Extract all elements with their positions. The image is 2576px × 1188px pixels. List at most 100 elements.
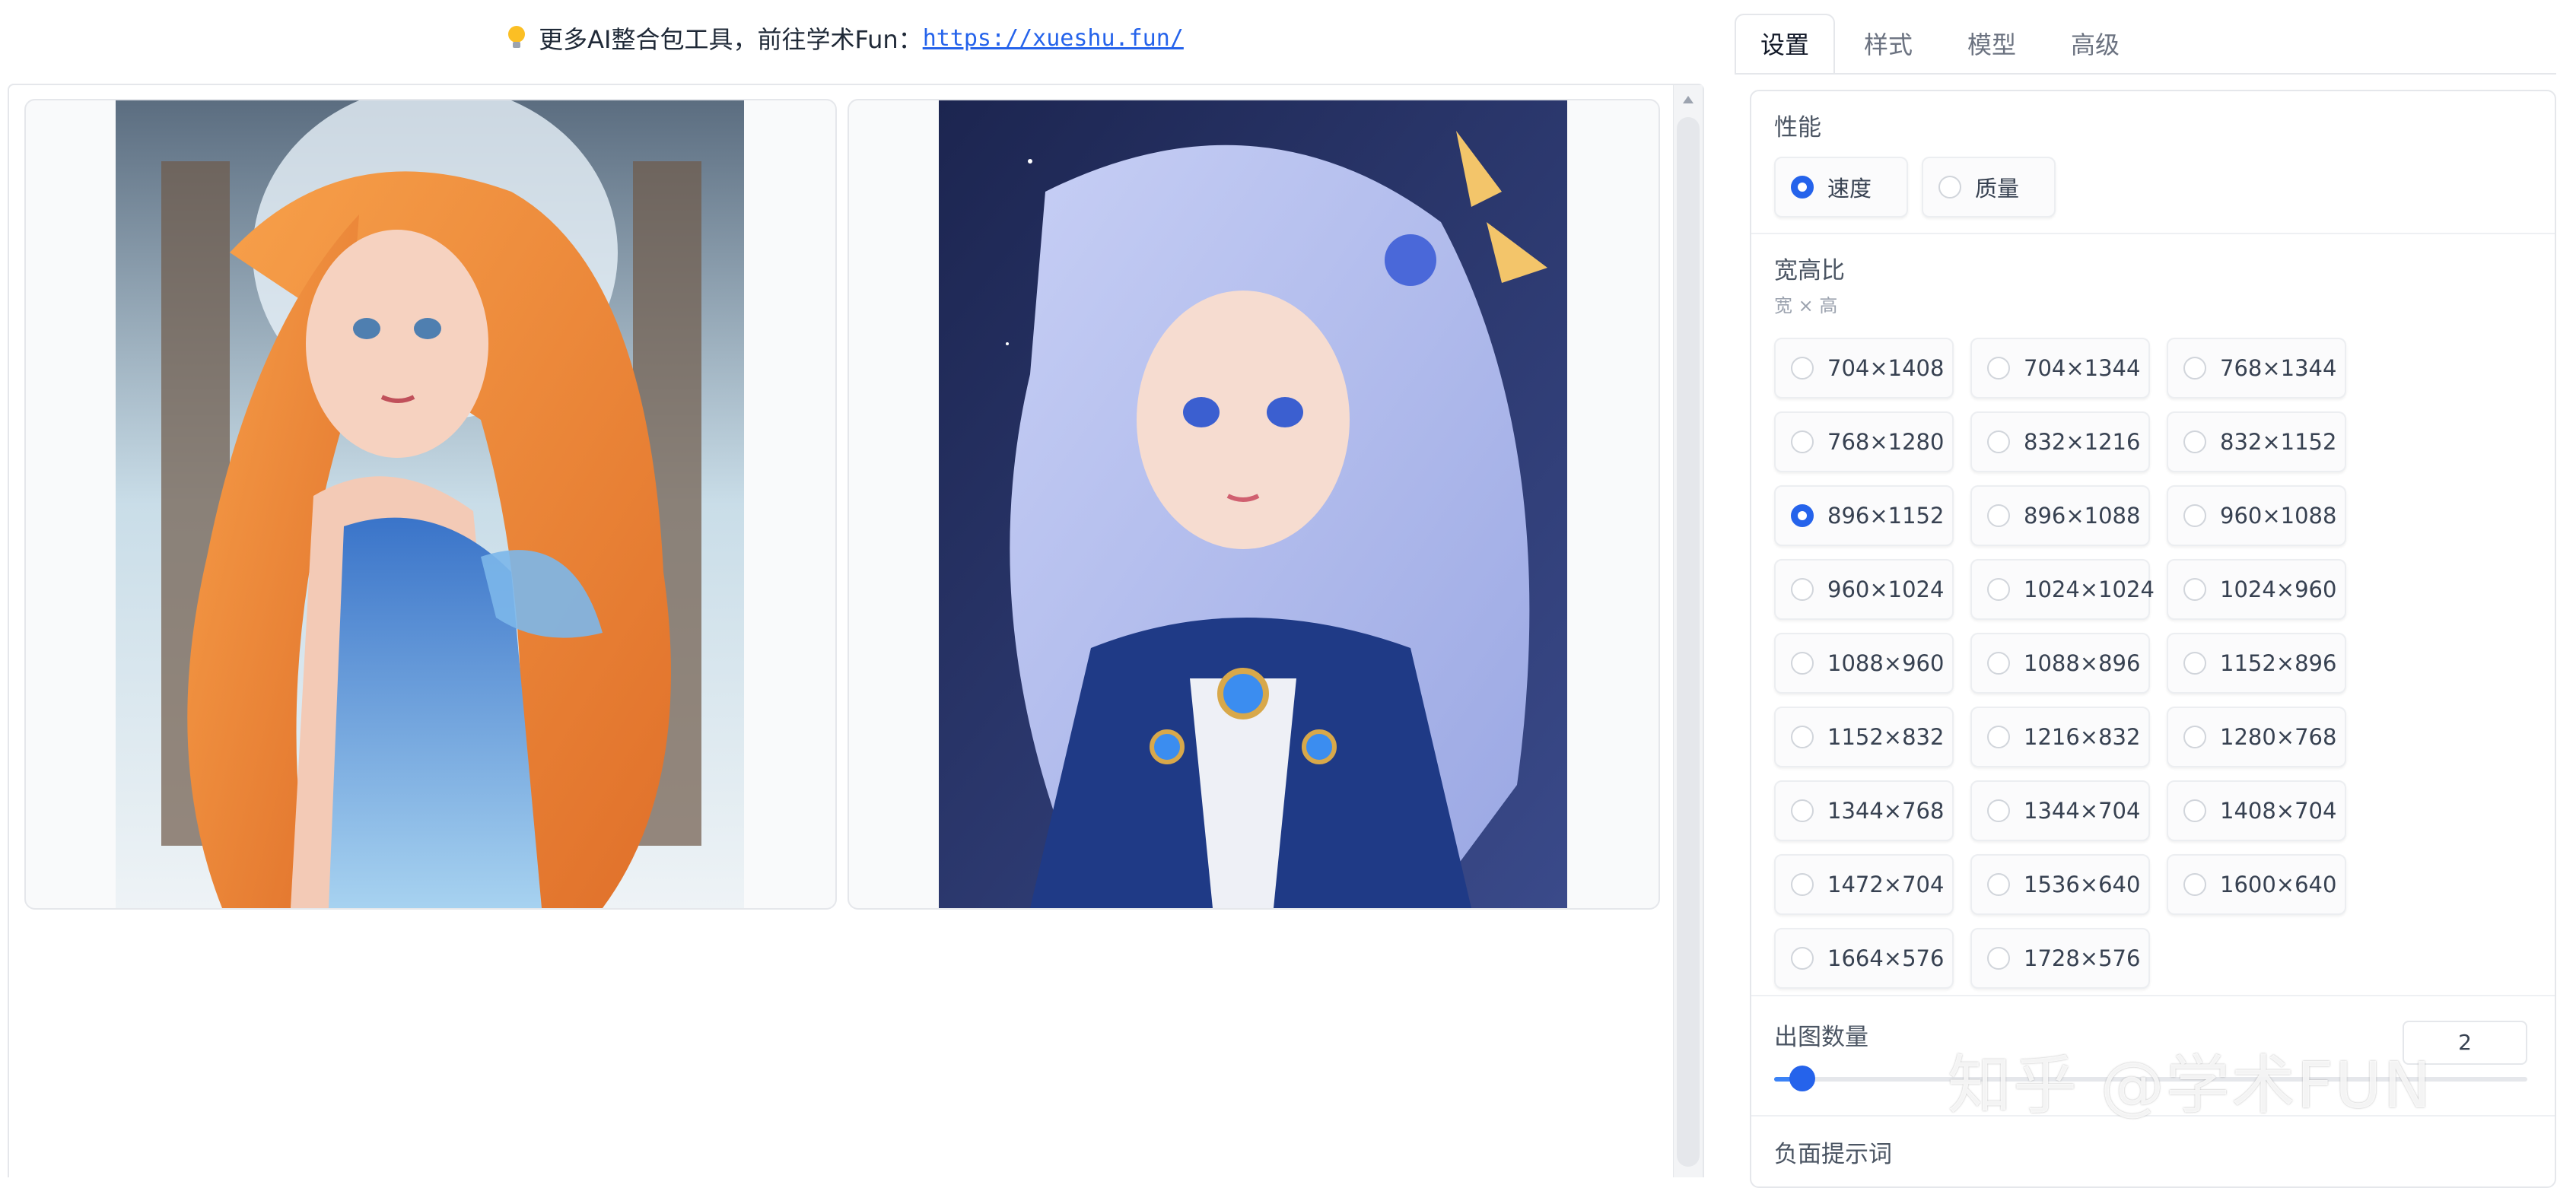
aspect-option[interactable]: 768×1280 bbox=[1774, 411, 1954, 472]
gallery-scrollbar[interactable] bbox=[1673, 85, 1703, 1177]
radio-unselected-icon bbox=[1791, 357, 1814, 380]
option-label: 1344×704 bbox=[2024, 798, 2141, 824]
aspect-option[interactable]: 1216×832 bbox=[1970, 707, 2150, 767]
aspect-option[interactable]: 1408×704 bbox=[2167, 780, 2346, 841]
radio-unselected-icon bbox=[1791, 873, 1814, 896]
option-label: 1728×576 bbox=[2024, 945, 2141, 971]
aspect-option[interactable]: 1280×768 bbox=[2167, 707, 2346, 767]
radio-unselected-icon bbox=[1791, 578, 1814, 601]
radio-selected-icon bbox=[1791, 176, 1814, 199]
aspect-option[interactable]: 1088×896 bbox=[1970, 633, 2150, 694]
radio-unselected-icon bbox=[1791, 652, 1814, 675]
option-label: 1152×832 bbox=[1827, 724, 1945, 750]
option-label: 704×1408 bbox=[1827, 355, 1945, 381]
radio-unselected-icon bbox=[1791, 430, 1814, 453]
option-label: 768×1280 bbox=[1827, 429, 1945, 455]
radio-unselected-icon bbox=[2183, 430, 2206, 453]
tab-settings[interactable]: 设置 bbox=[1735, 14, 1836, 75]
banner-text: 更多AI整合包工具，前往学术Fun： bbox=[539, 25, 923, 54]
option-label: 1088×960 bbox=[1827, 650, 1945, 676]
watermark-text: 知乎 @学术FUN bbox=[1948, 1048, 2433, 1123]
generated-image-1[interactable] bbox=[24, 99, 837, 910]
scrollbar-thumb[interactable] bbox=[1677, 117, 1700, 1167]
aspect-option[interactable]: 1600×640 bbox=[2167, 854, 2346, 915]
radio-unselected-icon bbox=[2183, 873, 2206, 896]
radio-unselected-icon bbox=[2183, 652, 2206, 675]
option-label: 1472×704 bbox=[1827, 872, 1945, 897]
radio-unselected-icon bbox=[1987, 430, 2010, 453]
radio-unselected-icon bbox=[2183, 357, 2206, 380]
radio-unselected-icon bbox=[2183, 504, 2206, 527]
scroll-up-arrow-icon[interactable] bbox=[1683, 96, 1693, 103]
radio-unselected-icon bbox=[2183, 799, 2206, 822]
aspect-option[interactable]: 1152×832 bbox=[1774, 707, 1954, 767]
image-count-slider-handle[interactable] bbox=[1789, 1066, 1815, 1091]
settings-panel: 性能 速度 质量 宽高比 宽 × 高 704×1408 704×1344 768×1… bbox=[1750, 90, 2556, 1188]
radio-unselected-icon bbox=[1987, 947, 2010, 970]
option-label: 1408×704 bbox=[2220, 798, 2337, 824]
aspect-option[interactable]: 704×1408 bbox=[1774, 338, 1954, 399]
option-label: 速度 bbox=[1827, 176, 1872, 202]
radio-unselected-icon bbox=[1987, 652, 2010, 675]
aspect-option[interactable]: 896×1152 bbox=[1774, 485, 1954, 546]
aspect-option[interactable]: 768×1344 bbox=[2167, 338, 2346, 399]
aspect-option[interactable]: 1472×704 bbox=[1774, 854, 1954, 915]
banner-link[interactable]: https://xueshu.fun/ bbox=[923, 25, 1184, 52]
radio-selected-icon bbox=[1791, 504, 1814, 527]
aspect-option[interactable]: 1088×960 bbox=[1774, 633, 1954, 694]
option-label: 质量 bbox=[1975, 176, 2020, 202]
lightbulb-icon bbox=[508, 26, 526, 48]
option-label: 1152×896 bbox=[2220, 650, 2337, 676]
option-label: 1664×576 bbox=[1827, 945, 1945, 971]
performance-label: 性能 bbox=[1774, 114, 1821, 141]
aspect-option[interactable]: 960×1088 bbox=[2167, 485, 2346, 546]
performance-option-quality[interactable]: 质量 bbox=[1922, 157, 2056, 218]
tab-model[interactable]: 模型 bbox=[1942, 15, 2042, 75]
aspect-option[interactable]: 1152×896 bbox=[2167, 633, 2346, 694]
aspect-option[interactable]: 704×1344 bbox=[1970, 338, 2150, 399]
performance-option-speed[interactable]: 速度 bbox=[1774, 157, 1908, 218]
option-label: 704×1344 bbox=[2024, 355, 2141, 381]
radio-unselected-icon bbox=[1987, 578, 2010, 601]
settings-tabs: 设置 样式 模型 高级 bbox=[1735, 14, 2556, 75]
aspect-option[interactable]: 1024×960 bbox=[2167, 559, 2346, 620]
option-label: 1280×768 bbox=[2220, 724, 2337, 750]
image-2-picture bbox=[939, 100, 1567, 908]
option-label: 1536×640 bbox=[2024, 872, 2141, 897]
aspect-option[interactable]: 1536×640 bbox=[1970, 854, 2150, 915]
aspect-ratio-label: 宽高比 bbox=[1774, 257, 1845, 284]
tab-style[interactable]: 样式 bbox=[1838, 15, 1938, 75]
tab-divider bbox=[1735, 73, 2556, 75]
option-label: 1344×768 bbox=[1827, 798, 1945, 824]
top-banner: 更多AI整合包工具，前往学术Fun： https://xueshu.fun/ bbox=[0, 0, 1689, 76]
aspect-option[interactable]: 896×1088 bbox=[1970, 485, 2150, 546]
aspect-option[interactable]: 1024×1024 bbox=[1970, 559, 2155, 620]
radio-unselected-icon bbox=[1791, 947, 1814, 970]
radio-unselected-icon bbox=[1987, 504, 2010, 527]
aspect-option[interactable]: 1728×576 bbox=[1970, 928, 2150, 989]
option-label: 768×1344 bbox=[2220, 355, 2337, 381]
radio-unselected-icon bbox=[1987, 799, 2010, 822]
aspect-option[interactable]: 832×1216 bbox=[1970, 411, 2150, 472]
option-label: 960×1024 bbox=[1827, 577, 1945, 602]
tab-advanced[interactable]: 高级 bbox=[2045, 15, 2145, 75]
radio-unselected-icon bbox=[1791, 726, 1814, 748]
aspect-option[interactable]: 1344×704 bbox=[1970, 780, 2150, 841]
option-label: 896×1152 bbox=[1827, 503, 1945, 529]
image-1-picture bbox=[116, 100, 744, 908]
aspect-option[interactable]: 1664×576 bbox=[1774, 928, 1954, 989]
radio-unselected-icon bbox=[1987, 726, 2010, 748]
option-label: 1088×896 bbox=[2024, 650, 2141, 676]
option-label: 960×1088 bbox=[2220, 503, 2337, 529]
option-label: 1216×832 bbox=[2024, 724, 2141, 750]
radio-unselected-icon bbox=[1987, 873, 2010, 896]
aspect-option[interactable]: 960×1024 bbox=[1774, 559, 1954, 620]
negative-prompt-label: 负面提示词 bbox=[1774, 1141, 1892, 1168]
radio-unselected-icon bbox=[2183, 726, 2206, 748]
aspect-option[interactable]: 1344×768 bbox=[1774, 780, 1954, 841]
image-gallery bbox=[8, 84, 1704, 1177]
section-divider bbox=[1751, 233, 2555, 234]
image-count-label: 出图数量 bbox=[1774, 1024, 1868, 1051]
aspect-option[interactable]: 832×1152 bbox=[2167, 411, 2346, 472]
generated-image-2[interactable] bbox=[848, 99, 1660, 910]
